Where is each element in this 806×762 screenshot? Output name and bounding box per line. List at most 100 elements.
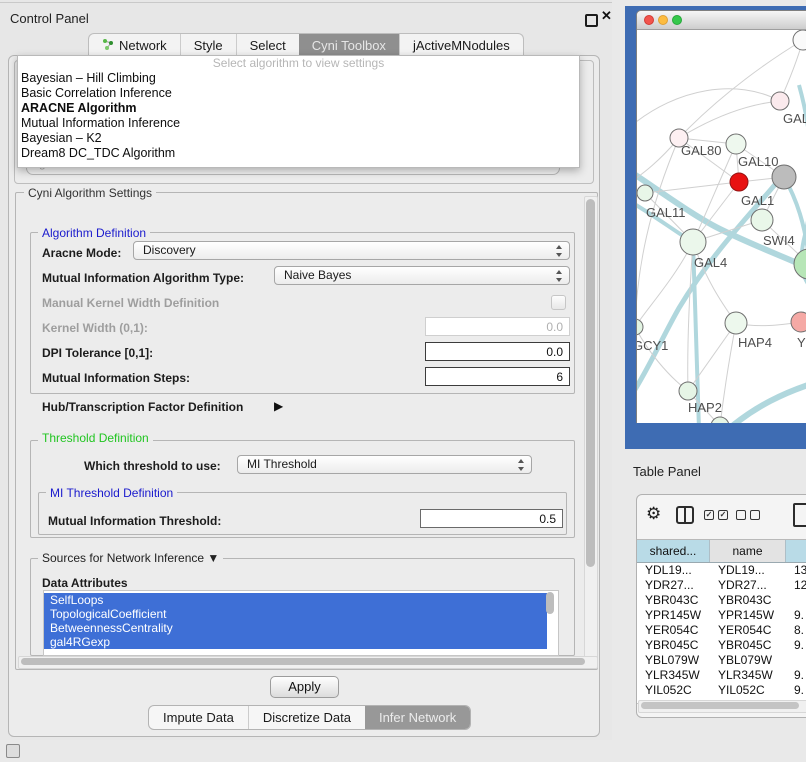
network-node-gcy1[interactable] — [637, 319, 643, 335]
mit-label: Mutual Information Threshold: — [48, 514, 221, 528]
table-cell: 13 — [786, 563, 806, 578]
manual-kernel-checkbox[interactable] — [551, 295, 566, 310]
table-cell: YDL19... — [637, 563, 710, 578]
which-threshold-label: Which threshold to use: — [84, 459, 221, 473]
which-threshold-select[interactable]: MI Threshold — [237, 455, 532, 474]
table-cell: YDR27... — [637, 578, 710, 593]
algorithm-option-basic-correlation-inference[interactable]: Basic Correlation Inference — [18, 86, 579, 101]
undock-icon[interactable] — [6, 744, 20, 758]
table-row[interactable]: YPR145WYPR145W9. — [637, 608, 806, 623]
algorithm-option-dream8-dc-tdc-algorithm[interactable]: Dream8 DC_TDC Algorithm — [18, 146, 579, 161]
expand-arrow-icon[interactable]: ▶ — [274, 399, 283, 413]
tab-label: Select — [250, 38, 286, 53]
deselect-all-columns-icon[interactable] — [736, 510, 760, 520]
algorithm-option-bayesian-hill-climbing[interactable]: Bayesian – Hill Climbing — [18, 71, 579, 86]
cyni-settings-title: Cyni Algorithm Settings — [24, 186, 156, 200]
collapse-arrow-icon[interactable]: ▼ — [207, 551, 219, 565]
table-row[interactable]: YBR043CYBR043C — [637, 593, 806, 608]
network-node-hap4[interactable] — [725, 312, 747, 334]
gear-icon[interactable]: ⚙ — [646, 504, 661, 524]
table-row[interactable]: YDL19...YDL19...13 — [637, 563, 806, 578]
algorithm-option-aracne-algorithm[interactable]: ARACNE Algorithm — [18, 101, 579, 116]
table-hscrollbar-thumb[interactable] — [641, 702, 799, 709]
table-cell: 9. — [786, 683, 806, 698]
network-node-y[interactable] — [791, 312, 806, 332]
node-label-gcy1: GCY1 — [637, 338, 668, 353]
network-node-gal4[interactable] — [680, 229, 706, 255]
tab-jactivemnodules[interactable]: jActiveMNodules — [399, 34, 523, 56]
table-cell: 9. — [786, 608, 806, 623]
tab-network[interactable]: Network — [89, 34, 180, 56]
apply-button[interactable]: Apply — [270, 676, 339, 698]
zoom-traffic-light-icon[interactable] — [672, 15, 682, 25]
node-label-y: Y — [797, 335, 806, 350]
table-row[interactable]: YDR27...YDR27...12 — [637, 578, 806, 593]
manual-kernel-label: Manual Kernel Width Definition — [42, 296, 219, 310]
mi-type-select[interactable]: Naive Bayes — [274, 266, 570, 285]
float-window-icon[interactable] — [585, 14, 598, 27]
data-attribute-item-gal4rgexp[interactable]: gal4RGexp — [44, 635, 547, 649]
select-all-columns-icon[interactable]: ✓ ✓ — [704, 510, 728, 520]
aracne-mode-value: Discovery — [143, 243, 196, 257]
algorithm-option-mutual-information-inference[interactable]: Mutual Information Inference — [18, 116, 579, 131]
node-label-hap2: HAP2 — [688, 400, 722, 415]
network-node-gal[interactable] — [771, 92, 789, 110]
column-header-name[interactable]: name — [710, 540, 786, 562]
network-node-swi4[interactable] — [751, 209, 773, 231]
node-label-gal80: GAL80 — [681, 143, 721, 158]
threshold-definition-title: Threshold Definition — [38, 431, 153, 445]
tab-style[interactable]: Style — [180, 34, 236, 56]
kernel-width-field[interactable] — [425, 317, 570, 336]
network-node-gal1[interactable] — [730, 173, 748, 191]
network-canvas[interactable]: GALGAL80GAL10GAL1GAL11SWI4GAL4GCY1HAP4YH… — [637, 30, 806, 423]
mi-steps-field[interactable] — [425, 367, 570, 386]
minimize-traffic-light-icon[interactable] — [658, 15, 668, 25]
aracne-mode-select[interactable]: Discovery — [133, 241, 570, 260]
network-node[interactable] — [793, 30, 806, 50]
data-attributes-list[interactable]: SelfLoopsTopologicalCoefficientBetweenne… — [43, 590, 559, 656]
network-window-titlebar[interactable] — [637, 11, 806, 30]
data-attribute-item-betweennesscentrality[interactable]: BetweennessCentrality — [44, 621, 547, 635]
list-scrollbar-thumb[interactable] — [546, 592, 554, 614]
network-node[interactable] — [794, 249, 806, 279]
bottom-tab-infer-network[interactable]: Infer Network — [365, 706, 470, 729]
table-cell: YBL079W — [710, 653, 786, 668]
dpi-tolerance-field[interactable] — [425, 342, 570, 361]
bottom-tab-discretize-data[interactable]: Discretize Data — [248, 706, 365, 729]
bottom-tab-impute-data[interactable]: Impute Data — [149, 706, 248, 729]
settings-hscrollbar-thumb[interactable] — [21, 658, 585, 665]
table-row[interactable]: YER054CYER054C8. — [637, 623, 806, 638]
algorithm-option-bayesian-k2[interactable]: Bayesian – K2 — [18, 131, 579, 146]
tab-label: Style — [194, 38, 223, 53]
network-node[interactable] — [711, 417, 729, 423]
network-node-hap2[interactable] — [679, 382, 697, 400]
table-row[interactable]: YBL079WYBL079W — [637, 653, 806, 668]
close-traffic-light-icon[interactable] — [644, 15, 654, 25]
network-node-gal10[interactable] — [726, 134, 746, 154]
table-row[interactable]: YIL052CYIL052C9. — [637, 683, 806, 698]
table-panel-title: Table Panel — [633, 464, 701, 479]
which-threshold-value: MI Threshold — [247, 457, 317, 471]
column-header-shared[interactable]: shared... — [637, 540, 710, 562]
stepper-icon — [556, 270, 563, 282]
bottom-tabs: Impute DataDiscretize DataInfer Network — [148, 705, 471, 730]
mit-field[interactable] — [420, 509, 563, 528]
column-header-a[interactable]: A — [786, 540, 806, 562]
close-icon[interactable]: ✕ — [601, 8, 612, 24]
control-panel: Control Panel ✕ NetworkStyleSelectCyni T… — [0, 0, 612, 740]
table-cell: YLR345W — [637, 668, 710, 683]
data-attribute-item-selfloops[interactable]: SelfLoops — [44, 593, 547, 607]
tab-cyni-toolbox[interactable]: Cyni Toolbox — [299, 34, 399, 56]
settings-vscrollbar-thumb[interactable] — [586, 199, 595, 567]
table-cell: YIL052C — [637, 683, 710, 698]
columns-icon[interactable] — [676, 506, 694, 524]
table-row[interactable]: YBR045CYBR045C9. — [637, 638, 806, 653]
export-table-icon[interactable] — [793, 503, 806, 527]
data-attribute-item-topologicalcoefficient[interactable]: TopologicalCoefficient — [44, 607, 547, 621]
tab-label: Network — [119, 38, 167, 53]
network-node-gal11[interactable] — [637, 185, 653, 201]
tab-select[interactable]: Select — [236, 34, 299, 56]
table-row[interactable]: YLR345WYLR345W9. — [637, 668, 806, 683]
network-icon — [102, 38, 114, 53]
table-header-row: shared...nameA — [637, 540, 806, 563]
